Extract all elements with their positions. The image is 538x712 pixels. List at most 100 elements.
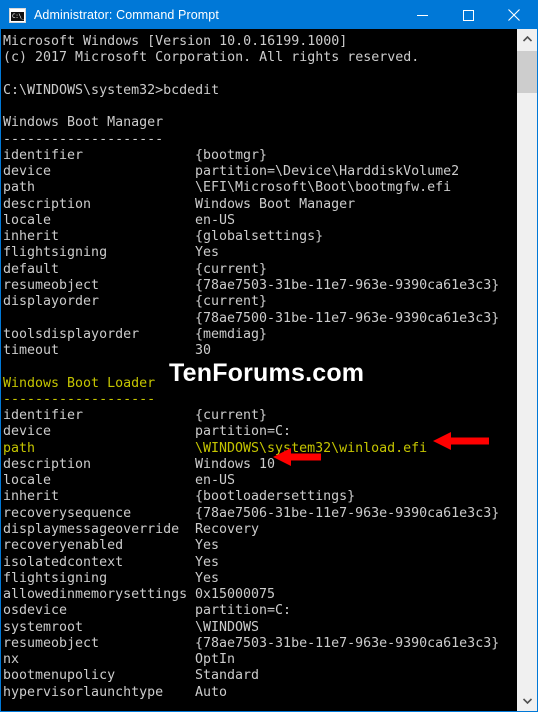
console-icon: C:\_ xyxy=(9,7,26,23)
console-row-isolatedcontext: isolatedcontext Yes xyxy=(3,555,516,571)
console-value: partition=C: xyxy=(195,603,292,619)
console-key: identifier xyxy=(3,408,84,424)
console-row-identifier: identifier {current} xyxy=(3,408,516,424)
console-value: {78ae7503-31be-11e7-963e-9390ca61e3c3} xyxy=(195,277,500,293)
console-key: path xyxy=(3,440,36,456)
console-value: en-US xyxy=(195,212,236,228)
console-key: device xyxy=(3,424,52,440)
console-value: \EFI\Microsoft\Boot\bootmgfw.efi xyxy=(195,180,452,196)
console-value: Yes xyxy=(195,538,220,554)
console-value: OptIn xyxy=(195,652,236,668)
console-row-path: path \EFI\Microsoft\Boot\bootmgfw.efi xyxy=(3,180,516,196)
minimize-button[interactable] xyxy=(399,1,445,29)
console-value: {current} xyxy=(195,261,268,277)
close-button[interactable] xyxy=(491,1,537,29)
console-value: partition=\Device\HarddiskVolume2 xyxy=(195,164,460,180)
console-key: resumeobject xyxy=(3,277,100,293)
console-value: {bootloadersettings} xyxy=(195,489,356,505)
command-prompt-window: C:\_ Administrator: Command Prompt Micro… xyxy=(0,0,538,712)
console-row-locale: locale en-US xyxy=(3,213,516,229)
console-key: displaymessageoverride xyxy=(3,521,180,537)
console-line: (c) 2017 Microsoft Corporation. All righ… xyxy=(3,50,420,66)
console-value: Yes xyxy=(195,570,220,586)
console-line: Microsoft Windows [Version 10.0.16199.10… xyxy=(3,34,348,49)
console-value: {globalsettings} xyxy=(195,229,324,245)
console-line: -------------------- xyxy=(3,131,164,147)
console-value: {78ae7500-31be-11e7-963e-9390ca61e3c3} xyxy=(195,310,500,326)
console-row-identifier: identifier {bootmgr} xyxy=(3,148,516,164)
console-row-description: description Windows 10 xyxy=(3,457,516,473)
console-row-inherit: inherit {globalsettings} xyxy=(3,229,516,245)
console-row-nx: nx OptIn xyxy=(3,652,516,668)
console-value: Yes xyxy=(195,554,220,570)
console-value: {78ae7506-31be-11e7-963e-9390ca61e3c3} xyxy=(195,505,500,521)
console-output-area[interactable]: Microsoft Windows [Version 10.0.16199.10… xyxy=(1,29,537,711)
console-value: Auto xyxy=(195,684,228,700)
watermark: TenForums.com xyxy=(169,359,365,387)
console-value: Windows 10 xyxy=(195,456,276,472)
console-key: recoveryenabled xyxy=(3,538,124,554)
console-key: default xyxy=(3,261,60,277)
scrollbar-thumb[interactable] xyxy=(517,51,537,93)
console-row-description: description Windows Boot Manager xyxy=(3,197,516,213)
console-value: {current} xyxy=(195,294,268,310)
console-value: Windows Boot Manager xyxy=(195,196,356,212)
console-row-timeout: timeout 30 xyxy=(3,343,516,359)
console-key: description xyxy=(3,456,92,472)
console-row-inherit: inherit {bootloadersettings} xyxy=(3,489,516,505)
console-row-toolsdisplayorder: toolsdisplayorder {memdiag} xyxy=(3,327,516,343)
console-line: ------------------- xyxy=(3,391,156,407)
scrollbar[interactable] xyxy=(516,29,537,711)
console-row-flightsigning: flightsigning Yes xyxy=(3,571,516,587)
console-value: \WINDOWS xyxy=(195,619,260,635)
console-value: {78ae7503-31be-11e7-963e-9390ca61e3c3} xyxy=(195,635,500,651)
console-row-displayorder: displayorder {current} xyxy=(3,294,516,310)
chevron-down-icon xyxy=(522,698,532,704)
close-icon xyxy=(508,9,520,21)
chevron-up-icon xyxy=(522,36,532,42)
maximize-button[interactable] xyxy=(445,1,491,29)
console-key: allowedinmemorysettings xyxy=(3,587,188,603)
console-row-recoveryenabled: recoveryenabled Yes xyxy=(3,538,516,554)
console-row-resumeobject: resumeobject {78ae7503-31be-11e7-963e-939… xyxy=(3,636,516,652)
console-key: locale xyxy=(3,212,52,228)
titlebar[interactable]: C:\_ Administrator: Command Prompt xyxy=(1,1,537,29)
scrollbar-down-button[interactable] xyxy=(517,691,537,711)
console-key: toolsdisplayorder xyxy=(3,326,140,342)
console-row-resumeobject: resumeobject {78ae7503-31be-11e7-963e-939… xyxy=(3,278,516,294)
console-key: flightsigning xyxy=(3,245,108,261)
console-key: inherit xyxy=(3,229,60,245)
console-row-allowedinmemorysettings: allowedinmemorysettings 0x15000075 xyxy=(3,587,516,603)
console-value: {bootmgr} xyxy=(195,147,268,163)
scrollbar-up-button[interactable] xyxy=(517,29,537,49)
console-value: Recovery xyxy=(195,521,260,537)
console-row-displaymessageoverride: displaymessageoverride Recovery xyxy=(3,522,516,538)
console-key: hypervisorlaunchtype xyxy=(3,684,164,700)
console-value: 0x15000075 xyxy=(195,587,276,603)
console-key: resumeobject xyxy=(3,635,100,651)
console-line: C:\WINDOWS\system32>bcdedit xyxy=(3,82,220,98)
console-row-bootmenupolicy: bootmenupolicy Standard xyxy=(3,668,516,684)
arrow-path-icon xyxy=(433,432,489,450)
console-value: Standard xyxy=(195,668,260,684)
console-row-device: device partition=\Device\HarddiskVolume2 xyxy=(3,164,516,180)
console-row-osdevice: osdevice partition=C: xyxy=(3,603,516,619)
console-value: Yes xyxy=(195,245,220,261)
arrow-description-icon xyxy=(273,448,321,466)
console-key: inherit xyxy=(3,489,60,505)
console-row-locale: locale en-US xyxy=(3,473,516,489)
console-icon-glyph: C:\_ xyxy=(12,12,25,20)
console-line: Windows Boot Manager xyxy=(3,115,164,131)
console-value: partition=C: xyxy=(195,424,292,440)
console-value: {current} xyxy=(195,408,268,424)
console-key: nx xyxy=(3,652,20,668)
console-key: bootmenupolicy xyxy=(3,668,116,684)
console-key: systemroot xyxy=(3,619,84,635)
maximize-icon xyxy=(462,9,474,21)
console-value: 30 xyxy=(195,343,212,359)
console-value: en-US xyxy=(195,473,236,489)
console-key: device xyxy=(3,164,52,180)
console-row-default: default {current} xyxy=(3,262,516,278)
